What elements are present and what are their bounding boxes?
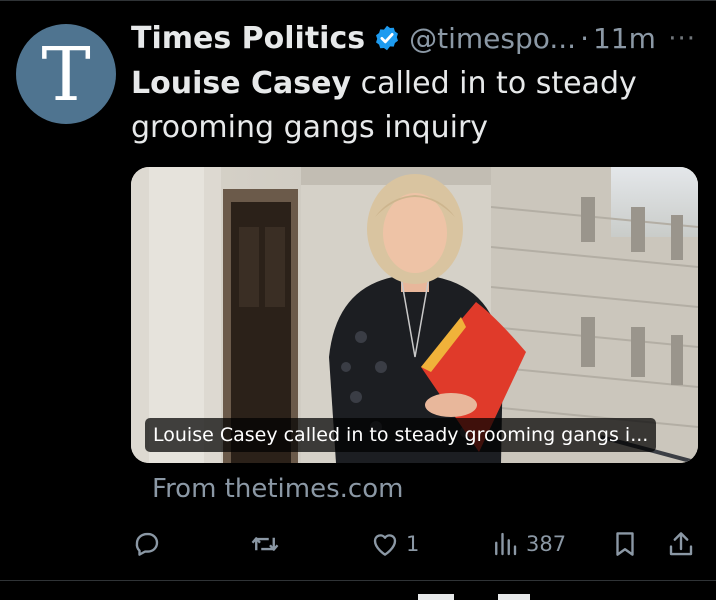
avatar-letter: T [41,32,91,118]
views-button[interactable]: 387 [490,524,566,564]
bookmark-button[interactable] [610,524,640,564]
like-button[interactable]: 1 [370,524,419,564]
separator-dot: · [580,21,589,55]
heart-icon [373,534,397,556]
action-bar: 1 387 [0,524,716,564]
retweet-button[interactable] [250,524,280,564]
author-handle[interactable]: @timespo... [409,22,576,55]
next-tweet-peek [498,594,530,600]
link-card[interactable]: Louise Casey called in to steady groomin… [131,167,698,463]
next-tweet-peek [418,594,454,600]
divider [0,0,716,1]
tweet[interactable]: T Times Politics @timespo... · 11m ··· L… [0,0,716,600]
like-count: 1 [406,532,420,556]
link-domain[interactable]: From thetimes.com [152,474,403,504]
more-options-icon[interactable]: ··· [668,24,696,54]
tweet-text-bold: Louise Casey [131,66,352,101]
retweet-icon [251,537,279,551]
views-icon [495,532,517,556]
author-name[interactable]: Times Politics [131,21,365,56]
share-icon [669,532,693,556]
reply-button[interactable] [132,524,162,564]
share-button[interactable] [666,524,696,564]
card-caption: Louise Casey called in to steady groomin… [145,418,657,452]
reply-icon [135,532,159,556]
views-count: 387 [526,532,567,556]
tweet-text: Louise Casey called in to steady groomin… [131,62,691,150]
timestamp[interactable]: 11m [593,22,656,55]
divider [0,580,716,581]
verified-badge-icon [376,25,399,51]
avatar[interactable]: T [16,24,116,124]
tweet-header: Times Politics @timespo... · 11m ··· [131,18,700,58]
bookmark-icon [616,532,634,556]
